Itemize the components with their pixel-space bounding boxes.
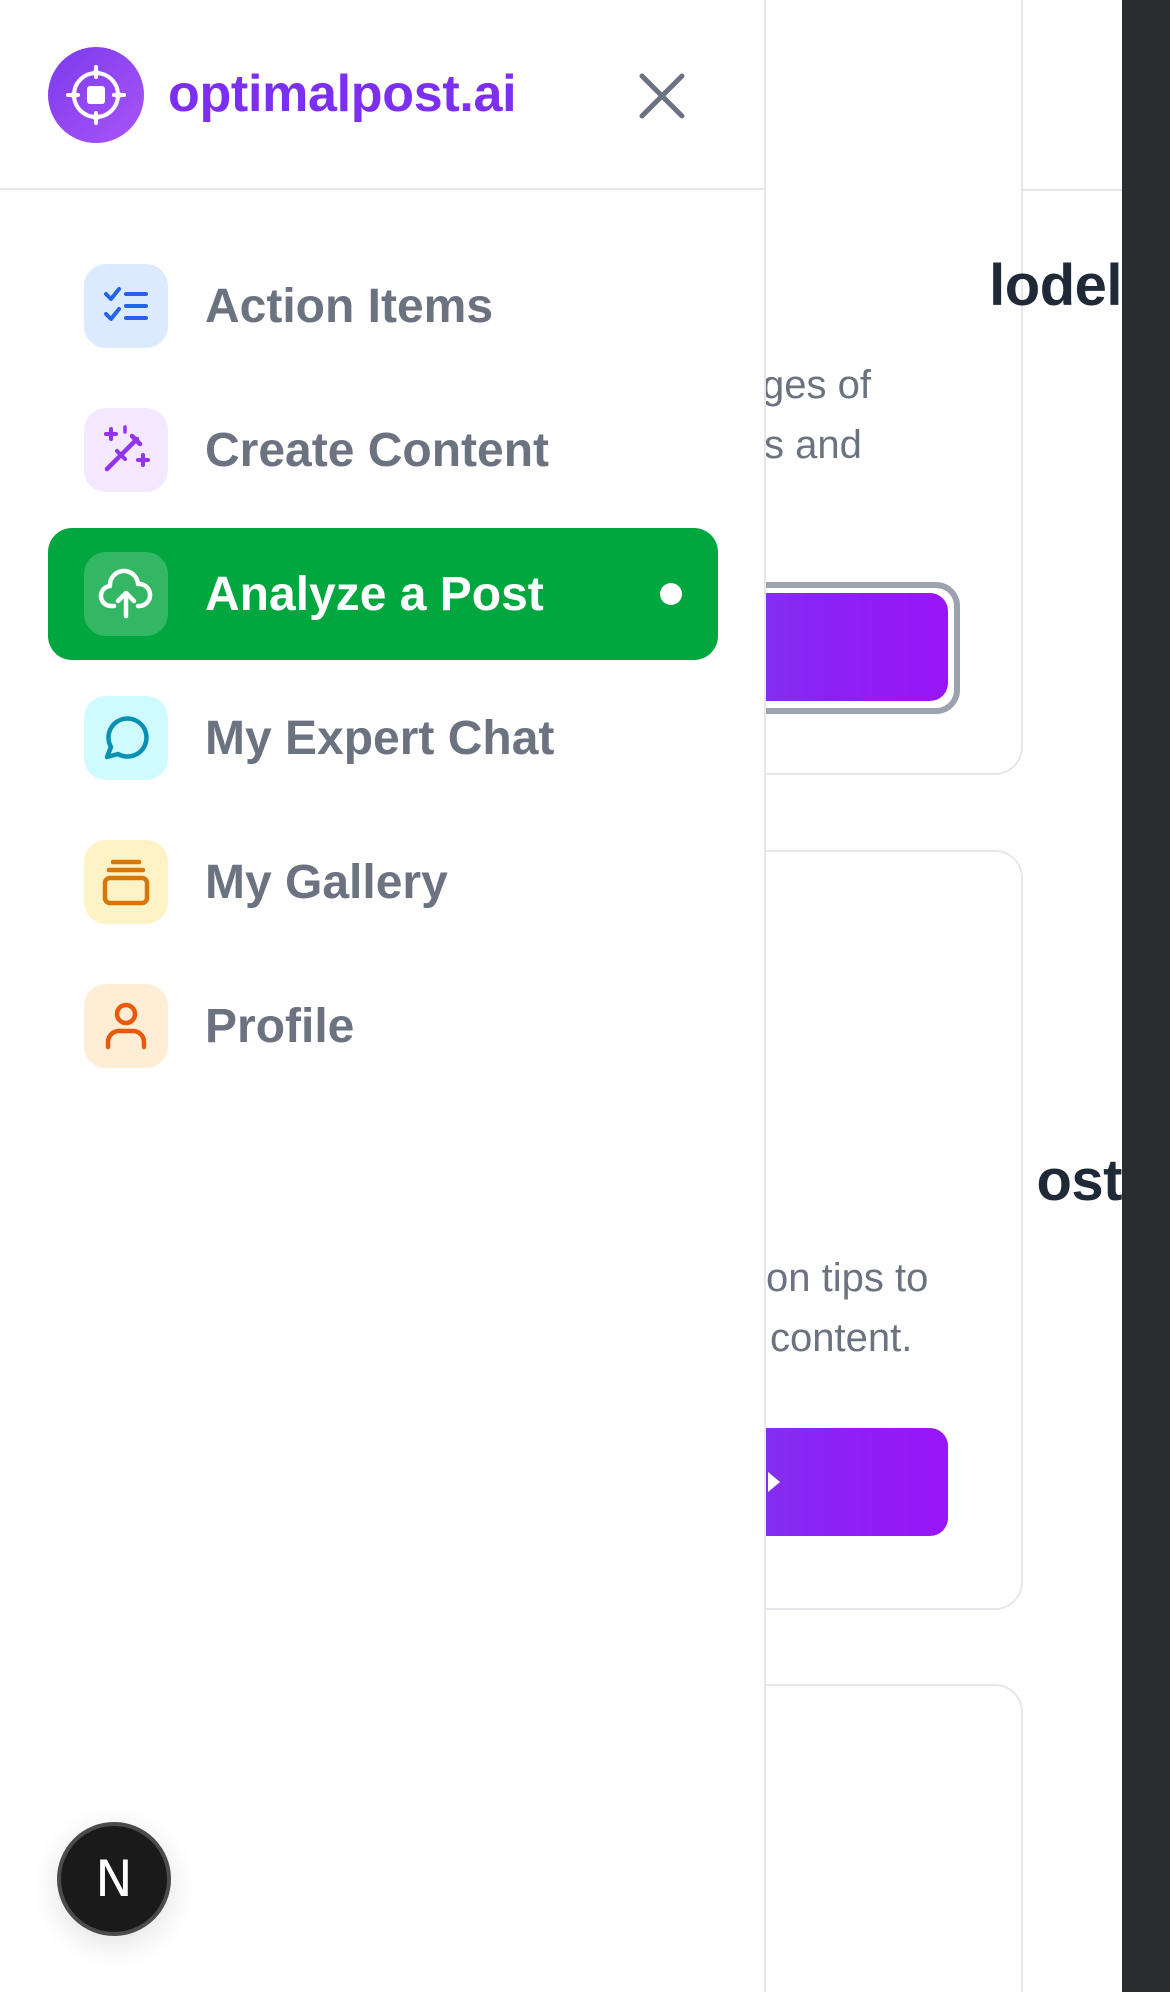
sidebar-item-create-content[interactable]: Create Content bbox=[48, 384, 718, 516]
magic-wand-icon bbox=[84, 408, 168, 492]
sidebar-item-analyze-a-post[interactable]: Analyze a Post bbox=[48, 528, 718, 660]
card-description-line: content. bbox=[770, 1316, 913, 1360]
active-indicator-dot bbox=[660, 583, 682, 605]
message-circle-icon bbox=[84, 696, 168, 780]
card-description-line: ges of bbox=[762, 363, 871, 407]
cloud-upload-icon bbox=[84, 552, 168, 636]
avatar-letter: N bbox=[95, 1850, 133, 1908]
sidebar-item-label: Action Items bbox=[205, 279, 494, 333]
close-drawer-button[interactable] bbox=[632, 66, 692, 126]
close-icon bbox=[639, 73, 685, 119]
sidebar-item-label: My Gallery bbox=[205, 855, 448, 909]
card-title: lodel bbox=[989, 253, 1122, 318]
sidebar-item-label: Profile bbox=[205, 999, 355, 1053]
sidebar-item-label: Create Content bbox=[205, 423, 550, 477]
sidebar-item-action-items[interactable]: Action Items bbox=[48, 240, 718, 372]
brand-name[interactable]: optimalpost.ai bbox=[168, 64, 517, 124]
logo-icon[interactable] bbox=[48, 47, 144, 143]
avatar[interactable]: N bbox=[57, 1822, 171, 1936]
navigation-drawer: optimalpost.ai Action Items Create Conte… bbox=[0, 0, 766, 1992]
sidebar-item-my-gallery[interactable]: My Gallery bbox=[48, 816, 718, 948]
card-description-line: on tips to bbox=[766, 1256, 929, 1300]
user-icon bbox=[84, 984, 168, 1068]
sidebar-item-my-expert-chat[interactable]: My Expert Chat bbox=[48, 672, 718, 804]
app-viewport: lodel ges of s and ost on tips to conten… bbox=[0, 0, 1170, 1992]
list-checks-icon bbox=[84, 264, 168, 348]
overlay-strip bbox=[1122, 0, 1170, 1992]
sidebar-item-profile[interactable]: Profile bbox=[48, 960, 718, 1092]
card-title: ost bbox=[1036, 1148, 1123, 1213]
drawer-header: optimalpost.ai bbox=[0, 0, 766, 190]
card-description-line: s and bbox=[764, 423, 862, 467]
sidebar-item-label: Analyze a Post bbox=[205, 567, 544, 621]
gallery-stack-icon bbox=[84, 840, 168, 924]
arrow-right-icon bbox=[768, 1472, 780, 1492]
sidebar-item-label: My Expert Chat bbox=[205, 711, 555, 765]
